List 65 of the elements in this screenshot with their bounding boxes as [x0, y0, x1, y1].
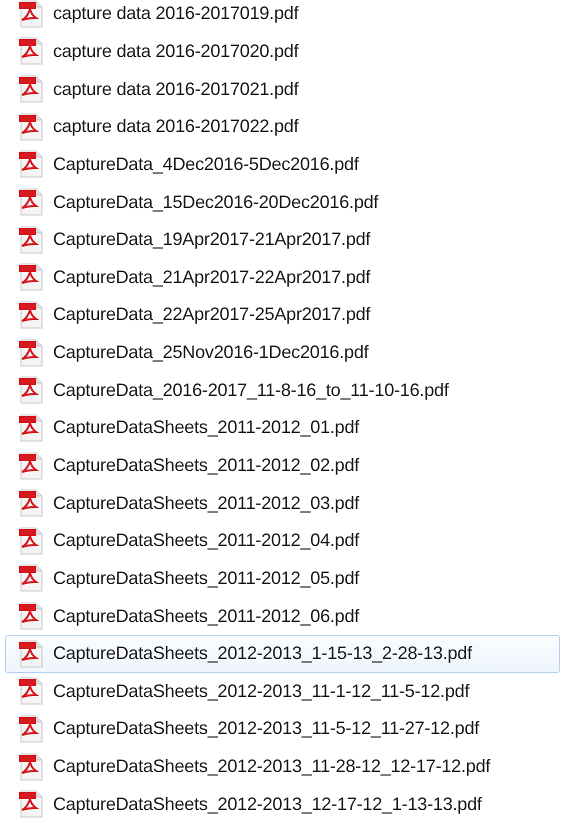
file-name: CaptureData_2016-2017_11-8-16_to_11-10-16.pdf [53, 378, 449, 402]
file-row[interactable]: CaptureDataSheets_2011-2012_05.pdf [5, 560, 560, 598]
file-name: CaptureDataSheets_2012-2013_11-1-12_11-5-12.pdf [53, 680, 470, 703]
pdf-file-icon [18, 790, 44, 818]
file-name: capture data 2016-2017022.pdf [53, 115, 298, 138]
file-row[interactable]: CaptureDataSheets_2011-2012_03.pdf [5, 484, 560, 522]
file-name: CaptureDataSheets_2011-2012_04.pdf [53, 529, 360, 552]
file-row[interactable]: capture data 2016-2017021.pdf [5, 70, 560, 108]
file-row[interactable]: CaptureData_2016-2017_11-8-16_to_11-10-16.pdf [5, 371, 560, 410]
pdf-file-icon [18, 376, 44, 404]
file-name: CaptureDataSheets_2011-2012_01.pdf [53, 416, 360, 440]
pdf-file-icon [18, 414, 44, 442]
pdf-file-icon [18, 37, 44, 66]
pdf-file-icon [18, 714, 44, 743]
pdf-file-icon [18, 452, 44, 480]
pdf-file-icon [18, 226, 44, 254]
file-row[interactable]: capture data 2016-2017020.pdf [5, 32, 560, 70]
file-row[interactable]: CaptureDataSheets_2012-2013_11-28-12_12-17-12.pdf [5, 748, 560, 786]
pdf-file-icon [18, 300, 44, 329]
file-name: CaptureDataSheets_2012-2013_1-15-13_2-28-13.pdf [53, 642, 472, 666]
file-name: capture data 2016-2017021.pdf [53, 78, 298, 101]
file-name: CaptureData_22Apr2017-25Apr2017.pdf [53, 303, 370, 326]
file-name: CaptureDataSheets_2011-2012_06.pdf [53, 604, 360, 628]
file-row[interactable]: CaptureDataSheets_2012-2013_11-1-12_11-5-12.pdf [5, 672, 560, 710]
file-name: CaptureDataSheets_2011-2012_02.pdf [53, 454, 360, 477]
file-name: CaptureDataSheets_2012-2013_11-28-12_12-17-12.pdf [53, 755, 490, 778]
pdf-file-icon [18, 263, 44, 292]
file-name: CaptureDataSheets_2012-2013_11-5-12_11-27-12.pdf [53, 717, 480, 740]
file-name: capture data 2016-2017019.pdf [53, 2, 298, 26]
file-name: CaptureData_15Dec2016-20Dec2016.pdf [53, 190, 378, 214]
file-name: CaptureDataSheets_2012-2013_12-17-12_1-13-13.pdf [53, 792, 482, 816]
pdf-file-icon [18, 640, 44, 668]
file-name: capture data 2016-2017020.pdf [53, 40, 298, 63]
file-row[interactable]: capture data 2016-2017022.pdf [5, 108, 560, 146]
file-row[interactable]: CaptureData_15Dec2016-20Dec2016.pdf [5, 183, 560, 221]
file-row[interactable]: CaptureDataSheets_2011-2012_04.pdf [5, 522, 560, 560]
pdf-file-icon [18, 188, 44, 216]
file-name: CaptureDataSheets_2011-2012_05.pdf [53, 566, 360, 590]
pdf-file-icon [18, 75, 44, 104]
pdf-file-icon [18, 752, 44, 781]
file-row[interactable]: CaptureData_19Apr2017-21Apr2017.pdf [5, 220, 560, 258]
file-row[interactable]: capture data 2016-2017019.pdf [5, 0, 560, 33]
pdf-file-icon [18, 338, 44, 367]
file-name: CaptureData_4Dec2016-5Dec2016.pdf [53, 152, 359, 176]
file-row[interactable]: CaptureDataSheets_2012-2013_11-5-12_11-27-12.pdf [5, 710, 560, 748]
pdf-file-icon [18, 677, 44, 706]
file-name: CaptureData_25Nov2016-1Dec2016.pdf [53, 341, 368, 364]
file-name: CaptureDataSheets_2011-2012_03.pdf [53, 492, 360, 515]
pdf-file-icon [18, 526, 44, 555]
file-row[interactable]: CaptureData_4Dec2016-5Dec2016.pdf [5, 146, 560, 184]
file-row[interactable]: CaptureDataSheets_2012-2013_1-15-13_2-28-13.pdf [5, 634, 560, 673]
pdf-file-icon [18, 564, 44, 592]
file-row[interactable]: CaptureData_22Apr2017-25Apr2017.pdf [5, 296, 560, 334]
file-name: CaptureData_21Apr2017-22Apr2017.pdf [53, 266, 370, 289]
file-row[interactable]: CaptureDataSheets_2012-2013_12-17-12_1-13-13.pdf [5, 785, 560, 824]
file-row[interactable]: CaptureData_25Nov2016-1Dec2016.pdf [5, 334, 560, 372]
pdf-file-icon [18, 112, 44, 141]
pdf-file-icon [18, 489, 44, 518]
file-name: CaptureData_19Apr2017-21Apr2017.pdf [53, 228, 370, 252]
file-row[interactable]: CaptureDataSheets_2011-2012_02.pdf [5, 446, 560, 484]
pdf-file-icon [18, 150, 44, 178]
file-row[interactable]: CaptureDataSheets_2011-2012_06.pdf [5, 597, 560, 635]
file-row[interactable]: CaptureData_21Apr2017-22Apr2017.pdf [5, 258, 560, 296]
pdf-file-icon [18, 602, 44, 630]
file-row[interactable]: CaptureDataSheets_2011-2012_01.pdf [5, 409, 560, 447]
